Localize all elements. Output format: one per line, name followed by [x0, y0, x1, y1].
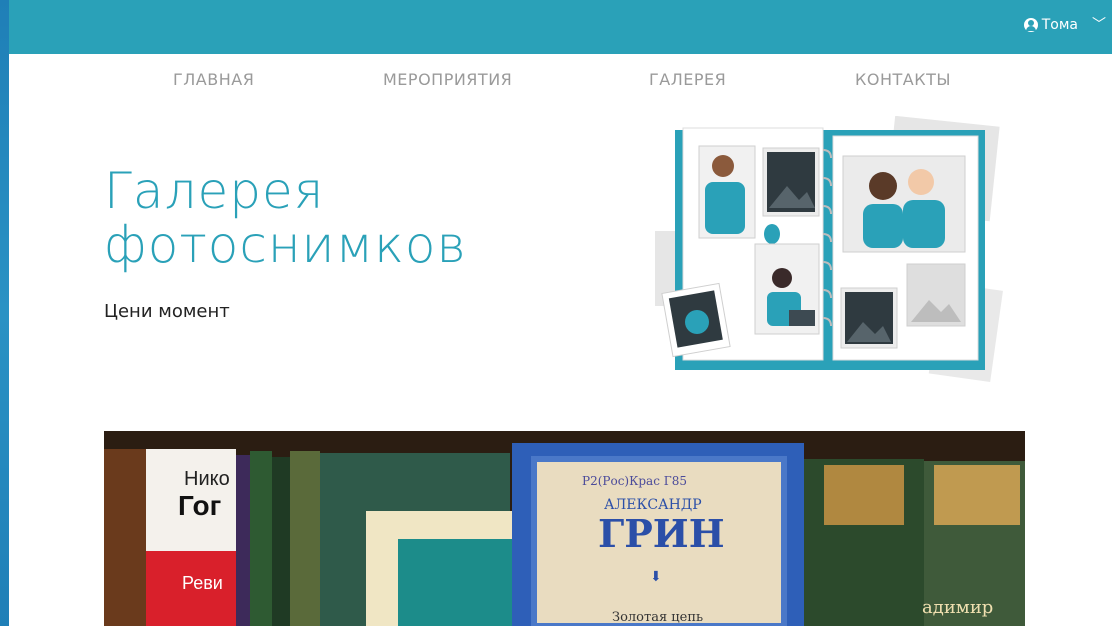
cake — [789, 310, 815, 326]
book-grin-subtitle: Золотая цепь — [612, 610, 703, 625]
page-title: Галерея фотоснимков — [104, 164, 467, 272]
nav-item-events[interactable]: МЕРОПРИЯТИЯ — [383, 70, 512, 89]
book-gogol-title: Гог — [178, 490, 221, 521]
main-nav: ГЛАВНАЯ МЕРОПРИЯТИЯ ГАЛЕРЕЯ КОНТАКТЫ — [9, 70, 1112, 94]
nav-item-contacts[interactable]: КОНТАКТЫ — [855, 70, 951, 89]
spine-olive — [290, 451, 320, 626]
book-grin-title: ГРИН — [598, 511, 725, 556]
book-gogol-author: Нико — [184, 468, 230, 490]
spine-green — [250, 451, 272, 626]
chevron-down-icon: ﹀ — [1092, 17, 1106, 33]
gallery-photo-books[interactable]: Нико Гог Реви Р2(Рос)Крас Г85 АЛЕКСАНДР … — [104, 431, 1025, 626]
user-avatar-icon — [1023, 18, 1038, 32]
man2-head — [908, 169, 934, 195]
title-line-1: Галерея — [104, 162, 325, 220]
top-bar: Тома ﹀ — [9, 0, 1112, 54]
woman-shirt — [863, 204, 903, 248]
handwritten-code: Р2(Рос)Крас Г85 — [582, 474, 687, 488]
nav-item-home[interactable]: ГЛАВНАЯ — [173, 70, 254, 89]
arrow-down-icon: ⬇ — [650, 569, 662, 585]
page-subtitle: Цени момент — [104, 301, 230, 322]
book-fantasy-art — [398, 539, 518, 626]
title-line-2: фотоснимков — [104, 216, 467, 274]
photo-album-illustration — [655, 116, 1003, 382]
books-photo: Нико Гог Реви Р2(Рос)Крас Г85 АЛЕКСАНДР … — [104, 431, 1025, 626]
book-green-ornament — [824, 465, 904, 525]
spine-purple — [236, 455, 250, 626]
book-vladimir-ornament — [934, 465, 1020, 525]
cat-icon — [685, 310, 709, 334]
man-shirt — [705, 182, 745, 234]
man2-shirt — [903, 200, 945, 248]
girl-head — [772, 268, 792, 288]
balloon-icon — [764, 224, 780, 244]
book-gogol-red-text: Реви — [182, 573, 223, 593]
book-vladimir-text: адимир — [922, 597, 993, 618]
man-head — [712, 155, 734, 177]
spine-dark-green — [272, 457, 290, 626]
user-name: Тома — [1041, 17, 1078, 33]
user-menu[interactable]: Тома ﹀ — [1023, 17, 1106, 33]
woman-head — [869, 172, 897, 200]
page: Тома ﹀ ГЛАВНАЯ МЕРОПРИЯТИЯ ГАЛЕРЕЯ КОНТА… — [9, 0, 1112, 626]
nav-item-gallery[interactable]: ГАЛЕРЕЯ — [649, 70, 726, 89]
